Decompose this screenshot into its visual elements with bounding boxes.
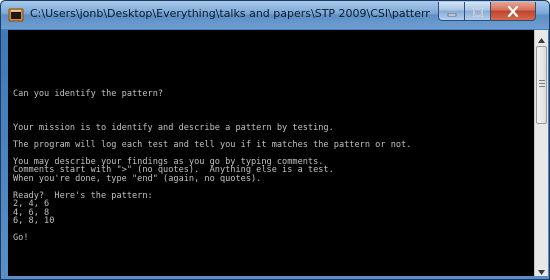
- console-line: Your mission is to identify and describe…: [13, 122, 334, 133]
- scroll-thumb-grip: [539, 80, 545, 88]
- console-app-icon: [8, 7, 24, 23]
- console-line: When you're done, type "end" (again, no …: [13, 173, 262, 184]
- scroll-thumb[interactable]: [536, 46, 547, 124]
- vertical-scrollbar[interactable]: [534, 30, 548, 276]
- console-window: C:\Users\jonb\Desktop\Everything\talks a…: [0, 0, 550, 280]
- close-icon: [507, 2, 519, 21]
- scroll-down-button[interactable]: [535, 262, 548, 276]
- console-line: Ready? Here's the pattern:: [13, 190, 153, 201]
- console-text: Can you identify the pattern? Your missio…: [13, 30, 523, 243]
- scroll-up-arrow-icon: [538, 28, 545, 47]
- console-line: Go!: [13, 233, 29, 243]
- close-button[interactable]: [490, 2, 536, 21]
- scroll-up-button[interactable]: [535, 30, 548, 44]
- console-line: Can you identify the pattern?: [13, 88, 164, 99]
- window-title: C:\Users\jonb\Desktop\Everything\talks a…: [30, 7, 430, 20]
- minimize-icon: [447, 2, 457, 21]
- maximize-button[interactable]: [464, 2, 491, 21]
- title-bar[interactable]: C:\Users\jonb\Desktop\Everything\talks a…: [1, 1, 549, 29]
- console-line: 6, 8, 10: [13, 216, 55, 226]
- scroll-down-arrow-icon: [538, 260, 545, 279]
- maximize-icon: [472, 2, 483, 21]
- console-line: The program will log each test and tell …: [13, 139, 412, 150]
- minimize-button[interactable]: [438, 2, 465, 21]
- console-line: 4, 6, 8: [13, 207, 50, 218]
- console-output-area[interactable]: Can you identify the pattern? Your missio…: [8, 30, 534, 276]
- console-line: 2, 4, 6: [13, 199, 50, 209]
